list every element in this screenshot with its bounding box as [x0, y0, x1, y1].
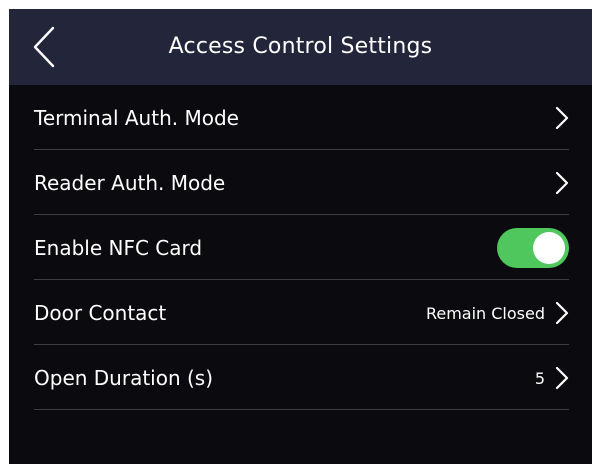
header-bar: Access Control Settings	[9, 9, 592, 85]
chevron-right-icon	[555, 301, 569, 325]
device-screen: Access Control Settings Terminal Auth. M…	[9, 9, 592, 464]
chevron-right-icon	[555, 106, 569, 130]
chevron-right-icon	[555, 171, 569, 195]
setting-label: Reader Auth. Mode	[34, 171, 226, 195]
setting-label: Door Contact	[34, 301, 167, 325]
back-button[interactable]	[29, 25, 61, 69]
setting-value: 5	[534, 368, 545, 388]
toggle-knob	[533, 231, 565, 264]
setting-row-enable-nfc-card: Enable NFC Card	[34, 215, 569, 280]
chevron-left-icon	[33, 26, 55, 68]
settings-list: Terminal Auth. Mode Reader Auth. Mode En…	[9, 85, 592, 410]
setting-row-reader-auth-mode[interactable]: Reader Auth. Mode	[34, 150, 569, 215]
setting-value: Remain Closed	[425, 303, 545, 323]
setting-row-open-duration[interactable]: Open Duration (s) 5	[34, 345, 569, 410]
nfc-card-toggle[interactable]	[497, 227, 569, 268]
setting-label: Enable NFC Card	[34, 236, 203, 260]
page-title: Access Control Settings	[168, 34, 433, 59]
setting-label: Open Duration (s)	[34, 366, 214, 390]
setting-row-terminal-auth-mode[interactable]: Terminal Auth. Mode	[34, 85, 569, 150]
chevron-right-icon	[555, 366, 569, 390]
setting-row-door-contact[interactable]: Door Contact Remain Closed	[34, 280, 569, 345]
setting-label: Terminal Auth. Mode	[34, 106, 239, 130]
